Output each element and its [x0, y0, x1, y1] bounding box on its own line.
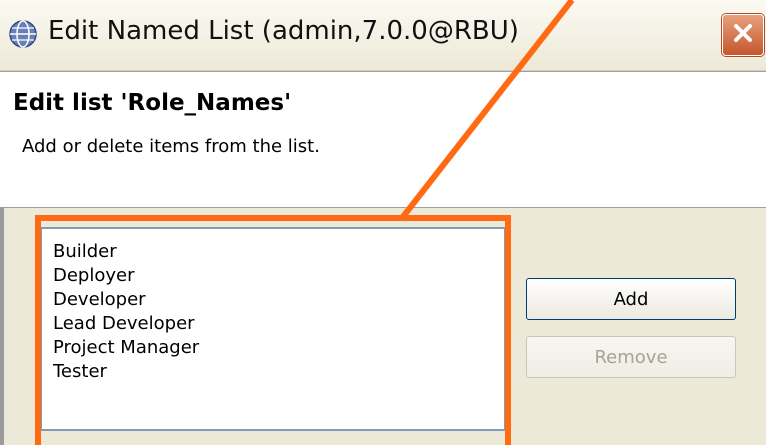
- annotation-arrow-line: [399, 0, 575, 220]
- edit-named-list-dialog: Edit Named List (admin,7.0.0@RBU) Edit l…: [0, 0, 766, 445]
